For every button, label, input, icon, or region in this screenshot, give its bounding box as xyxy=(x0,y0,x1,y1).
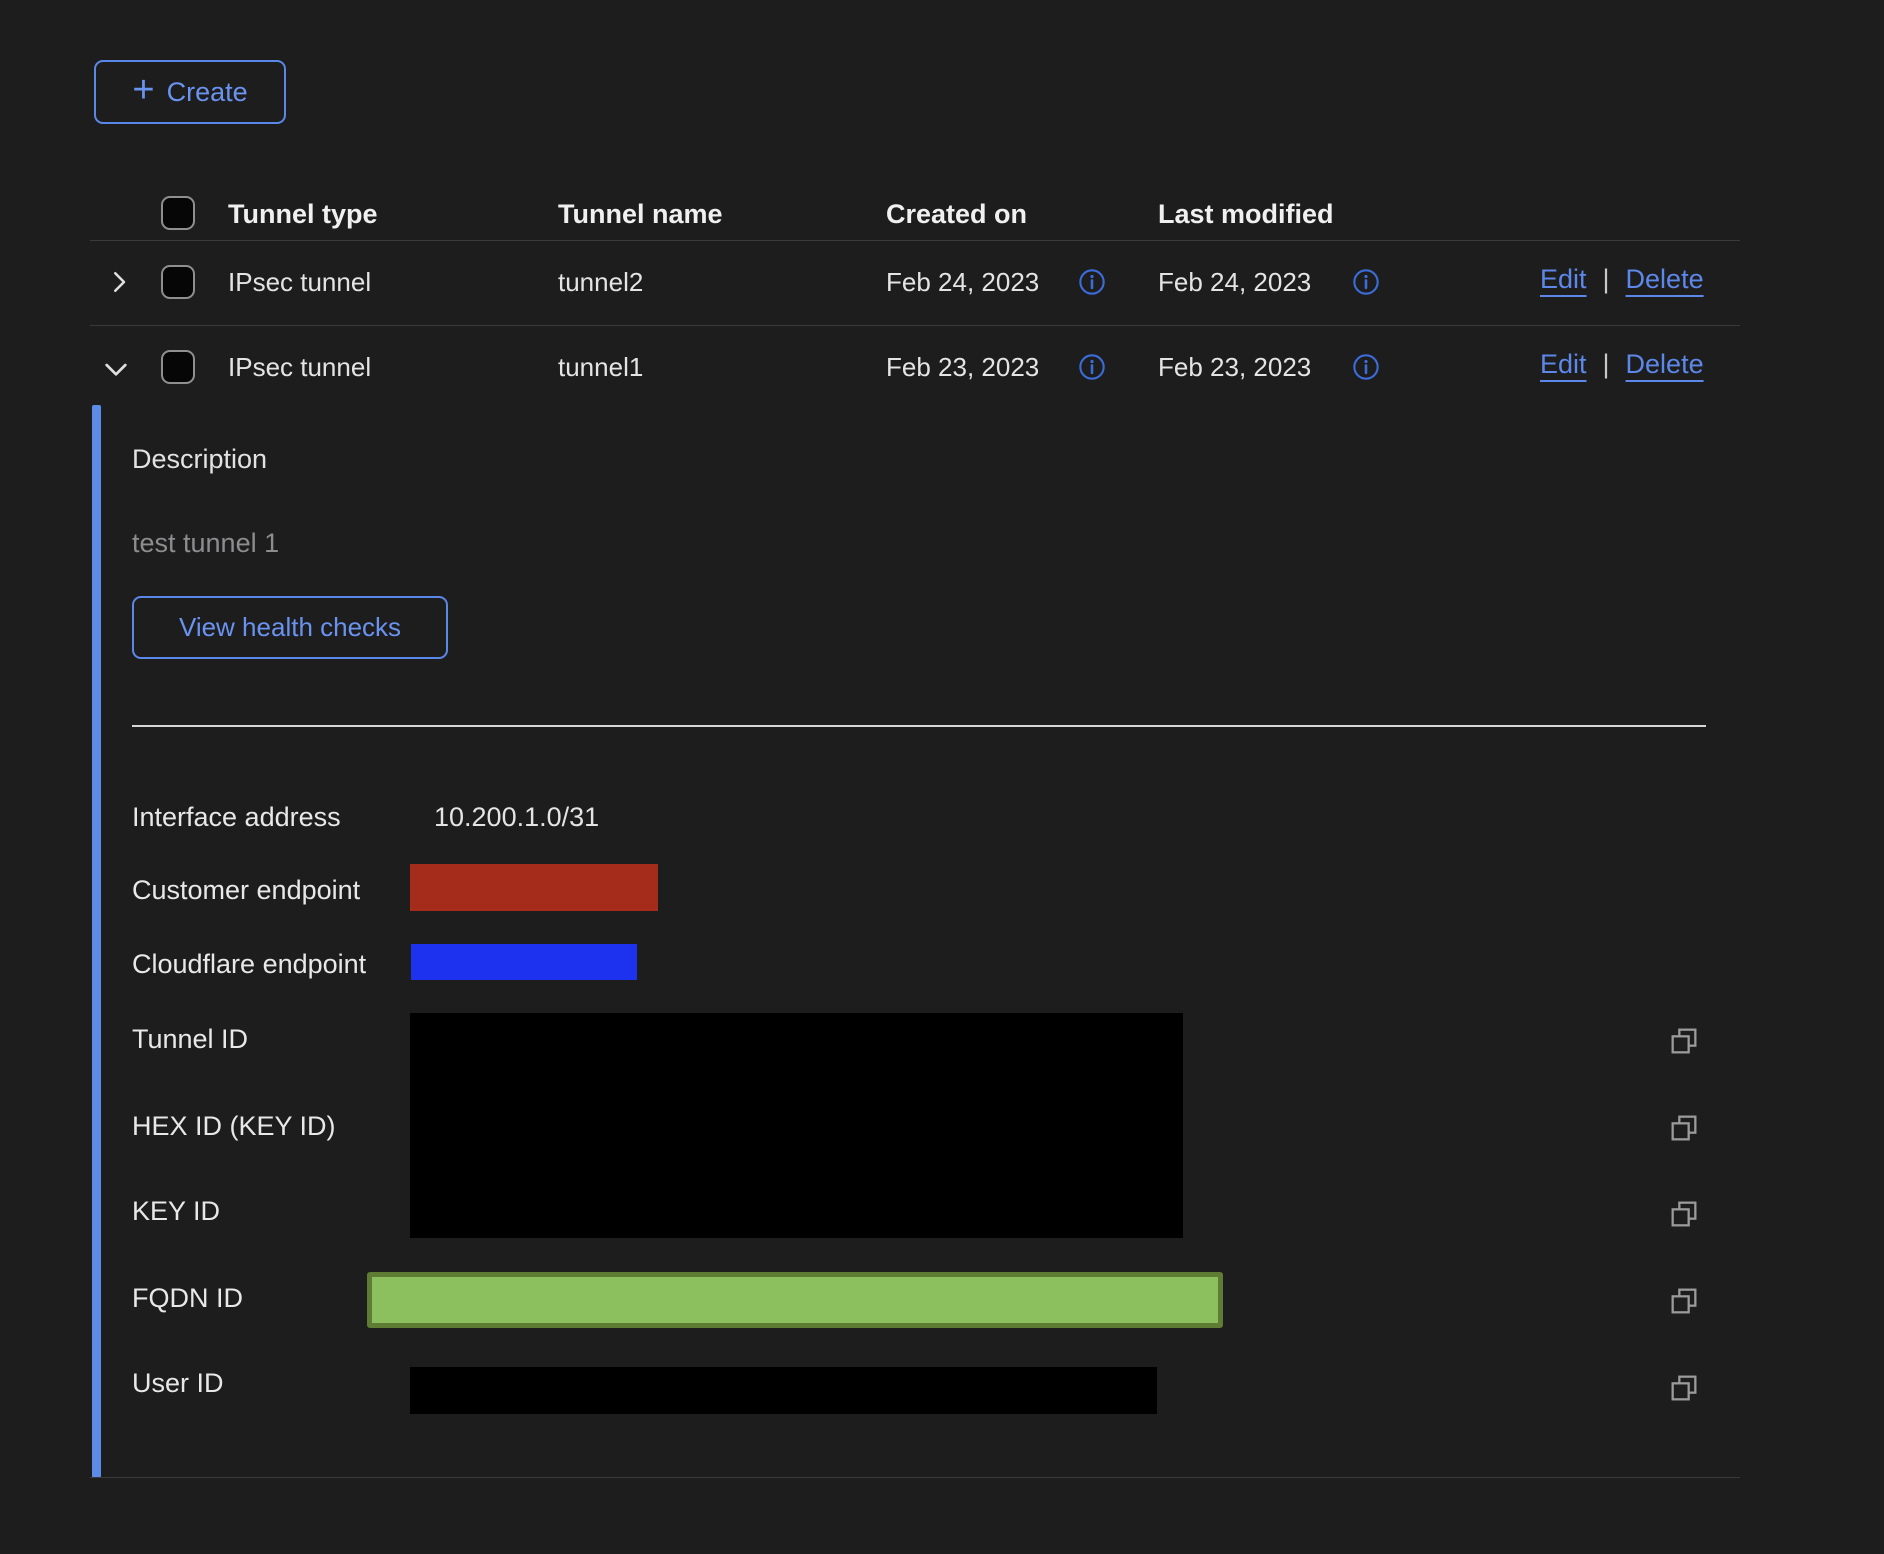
field-label-key-id: KEY ID xyxy=(132,1195,220,1227)
plus-icon: + xyxy=(132,71,154,109)
row-divider xyxy=(90,325,1740,326)
description-label: Description xyxy=(132,444,267,475)
copy-icon[interactable] xyxy=(1668,1025,1700,1057)
delete-link[interactable]: Delete xyxy=(1626,349,1704,380)
interface-address-value: 10.200.1.0/31 xyxy=(434,801,599,833)
details-divider xyxy=(132,725,1706,727)
row-checkbox[interactable] xyxy=(161,265,195,299)
created-on-cell: Feb 23, 2023 xyxy=(886,351,1039,383)
column-header-tunnel-type: Tunnel type xyxy=(228,198,378,230)
view-health-checks-button[interactable]: View health checks xyxy=(132,596,448,659)
field-label-user-id: User ID xyxy=(132,1367,224,1399)
select-all-checkbox[interactable] xyxy=(161,196,195,230)
created-on-cell: Feb 24, 2023 xyxy=(886,266,1039,298)
row-actions: Edit | Delete xyxy=(1540,349,1704,380)
ids-redacted-value xyxy=(410,1013,1183,1238)
description-value: test tunnel 1 xyxy=(132,528,279,559)
last-modified-cell: Feb 23, 2023 xyxy=(1158,351,1311,383)
expanded-row-indicator xyxy=(92,405,101,1478)
last-modified-cell: Feb 24, 2023 xyxy=(1158,266,1311,298)
row-checkbox[interactable] xyxy=(161,350,195,384)
delete-link[interactable]: Delete xyxy=(1626,264,1704,295)
copy-icon[interactable] xyxy=(1668,1372,1700,1404)
field-label-interface-address: Interface address xyxy=(132,801,341,833)
header-divider xyxy=(90,240,1740,241)
column-header-last-modified: Last modified xyxy=(1158,198,1334,230)
copy-icon[interactable] xyxy=(1668,1112,1700,1144)
create-button[interactable]: + Create xyxy=(94,60,286,124)
field-label-cloudflare-endpoint: Cloudflare endpoint xyxy=(132,948,366,980)
info-icon[interactable] xyxy=(1352,268,1380,296)
tunnel-name-cell: tunnel2 xyxy=(558,266,643,298)
panel-bottom-divider xyxy=(90,1477,1740,1478)
tunnel-type-cell: IPsec tunnel xyxy=(228,351,371,383)
copy-icon[interactable] xyxy=(1668,1198,1700,1230)
create-button-label: Create xyxy=(167,77,248,108)
info-icon[interactable] xyxy=(1078,268,1106,296)
info-icon[interactable] xyxy=(1078,353,1106,381)
edit-link[interactable]: Edit xyxy=(1540,349,1587,380)
copy-icon[interactable] xyxy=(1668,1285,1700,1317)
tunnel-type-cell: IPsec tunnel xyxy=(228,266,371,298)
customer-endpoint-redacted-value xyxy=(410,864,658,911)
action-separator: | xyxy=(1603,264,1610,295)
user-id-redacted-value xyxy=(410,1367,1157,1414)
tunnels-page: + Create Tunnel type Tunnel name Created… xyxy=(0,0,1884,1554)
edit-link[interactable]: Edit xyxy=(1540,264,1587,295)
column-header-tunnel-name: Tunnel name xyxy=(558,198,723,230)
tunnel-name-cell: tunnel1 xyxy=(558,351,643,383)
column-header-created-on: Created on xyxy=(886,198,1027,230)
info-icon[interactable] xyxy=(1352,353,1380,381)
field-label-fqdn-id: FQDN ID xyxy=(132,1282,243,1314)
field-label-tunnel-id: Tunnel ID xyxy=(132,1023,248,1055)
row-actions: Edit | Delete xyxy=(1540,264,1704,295)
field-label-hex-id: HEX ID (KEY ID) xyxy=(132,1110,336,1142)
cloudflare-endpoint-redacted-value xyxy=(411,944,637,980)
chevron-right-icon[interactable] xyxy=(104,267,134,297)
chevron-down-icon[interactable] xyxy=(100,353,130,383)
fqdn-id-redacted-value xyxy=(367,1272,1223,1328)
action-separator: | xyxy=(1603,349,1610,380)
field-label-customer-endpoint: Customer endpoint xyxy=(132,874,360,906)
